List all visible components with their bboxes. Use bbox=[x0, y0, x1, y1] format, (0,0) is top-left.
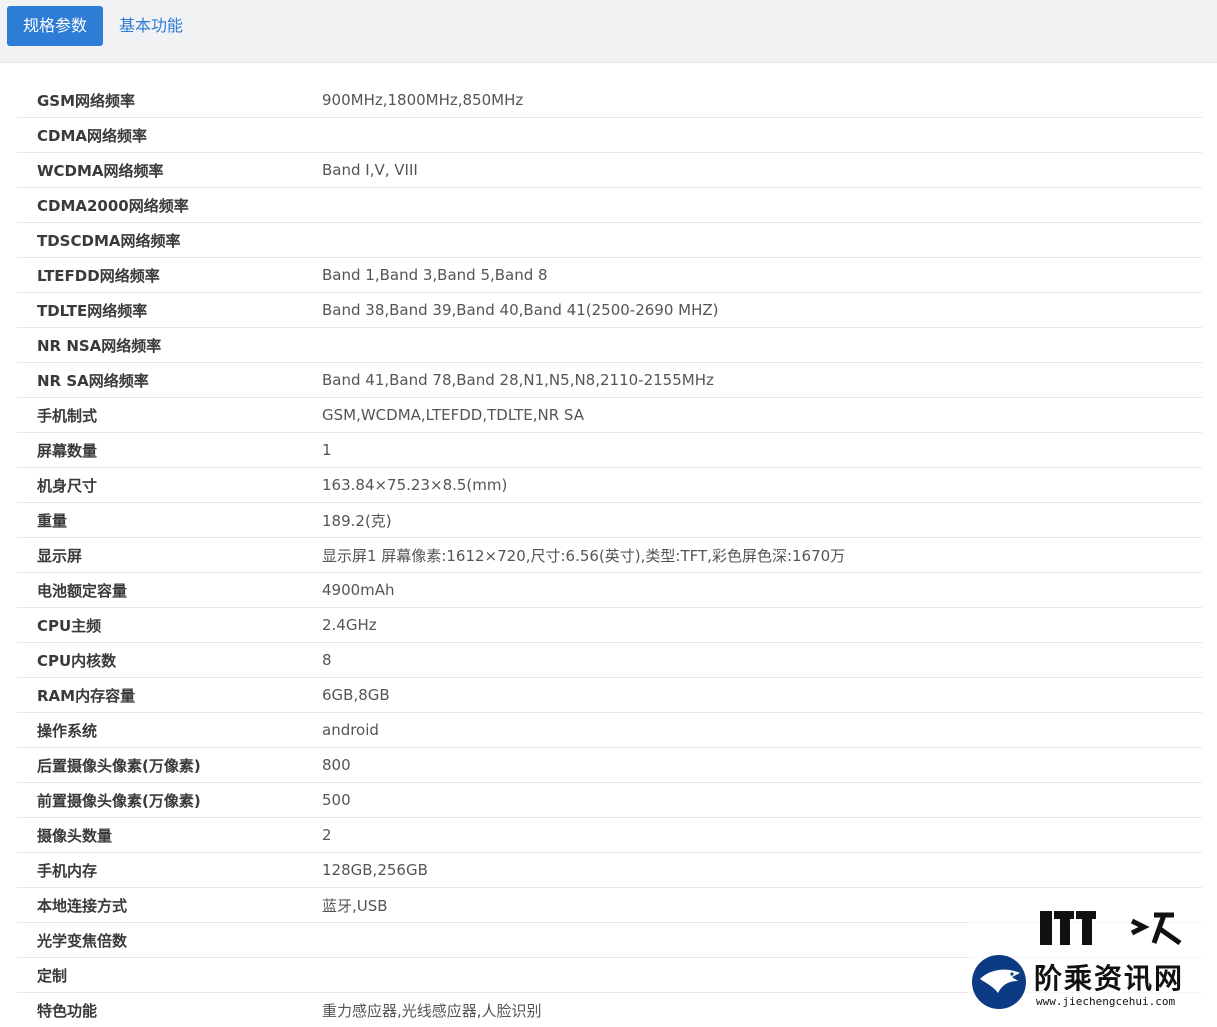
spec-row: 前置摄像头像素(万像素)500 bbox=[17, 783, 1202, 818]
spec-label: 屏幕数量 bbox=[17, 433, 322, 468]
spec-row: TDSCDMA网络频率 bbox=[17, 223, 1202, 258]
spec-label: TDLTE网络频率 bbox=[17, 293, 322, 328]
spec-value: 900MHz,1800MHz,850MHz bbox=[322, 83, 1202, 118]
spec-label: LTEFDD网络频率 bbox=[17, 258, 322, 293]
spec-row: WCDMA网络频率Band Ⅰ,V, VIII bbox=[17, 153, 1202, 188]
spec-row: 后置摄像头像素(万像素)800 bbox=[17, 748, 1202, 783]
watermark: 阶乘资讯网 www.jiechengcehui.com bbox=[968, 905, 1213, 1010]
spec-row: 屏幕数量1 bbox=[17, 433, 1202, 468]
spec-label: 操作系统 bbox=[17, 713, 322, 748]
spec-row: 重量189.2(克) bbox=[17, 503, 1202, 538]
spec-label: CDMA2000网络频率 bbox=[17, 188, 322, 223]
spec-value: Band 1,Band 3,Band 5,Band 8 bbox=[322, 258, 1202, 293]
spec-row: GSM网络频率900MHz,1800MHz,850MHz bbox=[17, 83, 1202, 118]
spec-label: WCDMA网络频率 bbox=[17, 153, 322, 188]
spec-label: 显示屏 bbox=[17, 538, 322, 573]
spec-value bbox=[322, 118, 1202, 153]
spec-label: 后置摄像头像素(万像素) bbox=[17, 748, 322, 783]
spec-row: CPU内核数8 bbox=[17, 643, 1202, 678]
spec-row: CDMA网络频率 bbox=[17, 118, 1202, 153]
spec-value: GSM,WCDMA,LTEFDD,TDLTE,NR SA bbox=[322, 398, 1202, 433]
spec-label: 本地连接方式 bbox=[17, 888, 322, 923]
watermark-url: www.jiechengcehui.com bbox=[1036, 995, 1175, 1008]
tab-specs[interactable]: 规格参数 bbox=[7, 6, 103, 46]
watermark-title: 阶乘资讯网 bbox=[1034, 957, 1184, 997]
spec-row: 机身尺寸163.84×75.23×8.5(mm) bbox=[17, 468, 1202, 503]
spec-row: 操作系统android bbox=[17, 713, 1202, 748]
spec-label: CPU内核数 bbox=[17, 643, 322, 678]
spec-value: 500 bbox=[322, 783, 1202, 818]
spec-row: CDMA2000网络频率 bbox=[17, 188, 1202, 223]
spec-value: 显示屏1 屏幕像素:1612×720,尺寸:6.56(英寸),类型:TFT,彩色… bbox=[322, 538, 1202, 573]
spec-label: CPU主频 bbox=[17, 608, 322, 643]
spec-value: 800 bbox=[322, 748, 1202, 783]
spec-value: 128GB,256GB bbox=[322, 853, 1202, 888]
watermark-logo-top bbox=[1040, 909, 1200, 945]
spec-value bbox=[322, 328, 1202, 363]
spec-value bbox=[322, 188, 1202, 223]
spec-label: 手机内存 bbox=[17, 853, 322, 888]
spec-label: 机身尺寸 bbox=[17, 468, 322, 503]
spec-label: 特色功能 bbox=[17, 993, 322, 1027]
spec-label: 摄像头数量 bbox=[17, 818, 322, 853]
spec-label: 电池额定容量 bbox=[17, 573, 322, 608]
spec-value bbox=[322, 223, 1202, 258]
spec-value: 189.2(克) bbox=[322, 503, 1202, 538]
spec-value: 6GB,8GB bbox=[322, 678, 1202, 713]
spec-row: TDLTE网络频率Band 38,Band 39,Band 40,Band 41… bbox=[17, 293, 1202, 328]
spec-row: 摄像头数量2 bbox=[17, 818, 1202, 853]
spec-label: NR NSA网络频率 bbox=[17, 328, 322, 363]
spec-row: 手机制式GSM,WCDMA,LTEFDD,TDLTE,NR SA bbox=[17, 398, 1202, 433]
spec-value: 8 bbox=[322, 643, 1202, 678]
spec-value: Band Ⅰ,V, VIII bbox=[322, 153, 1202, 188]
spec-value: Band 38,Band 39,Band 40,Band 41(2500-269… bbox=[322, 293, 1202, 328]
spec-label: 手机制式 bbox=[17, 398, 322, 433]
spec-row: LTEFDD网络频率Band 1,Band 3,Band 5,Band 8 bbox=[17, 258, 1202, 293]
spec-table: GSM网络频率900MHz,1800MHz,850MHzCDMA网络频率WCDM… bbox=[17, 83, 1202, 1027]
spec-row: RAM内存容量6GB,8GB bbox=[17, 678, 1202, 713]
spec-row: NR SA网络频率Band 41,Band 78,Band 28,N1,N5,N… bbox=[17, 363, 1202, 398]
spec-label: TDSCDMA网络频率 bbox=[17, 223, 322, 258]
spec-value: 4900mAh bbox=[322, 573, 1202, 608]
spec-value: Band 41,Band 78,Band 28,N1,N5,N8,2110-21… bbox=[322, 363, 1202, 398]
spec-row: NR NSA网络频率 bbox=[17, 328, 1202, 363]
spec-row: 电池额定容量4900mAh bbox=[17, 573, 1202, 608]
spec-label: 定制 bbox=[17, 958, 322, 993]
tab-bar: 规格参数 基本功能 bbox=[0, 0, 1217, 63]
spec-value: 2 bbox=[322, 818, 1202, 853]
spec-label: NR SA网络频率 bbox=[17, 363, 322, 398]
spec-value: 2.4GHz bbox=[322, 608, 1202, 643]
spec-value: 163.84×75.23×8.5(mm) bbox=[322, 468, 1202, 503]
tab-basic-features[interactable]: 基本功能 bbox=[119, 6, 183, 46]
spec-label: CDMA网络频率 bbox=[17, 118, 322, 153]
spec-label: RAM内存容量 bbox=[17, 678, 322, 713]
watermark-eagle-icon bbox=[972, 955, 1026, 1009]
spec-label: 重量 bbox=[17, 503, 322, 538]
spec-label: 前置摄像头像素(万像素) bbox=[17, 783, 322, 818]
spec-label: 光学变焦倍数 bbox=[17, 923, 322, 958]
spec-row: 手机内存128GB,256GB bbox=[17, 853, 1202, 888]
spec-label: GSM网络频率 bbox=[17, 83, 322, 118]
spec-value: android bbox=[322, 713, 1202, 748]
spec-row: 显示屏显示屏1 屏幕像素:1612×720,尺寸:6.56(英寸),类型:TFT… bbox=[17, 538, 1202, 573]
spec-value: 1 bbox=[322, 433, 1202, 468]
spec-row: CPU主频2.4GHz bbox=[17, 608, 1202, 643]
